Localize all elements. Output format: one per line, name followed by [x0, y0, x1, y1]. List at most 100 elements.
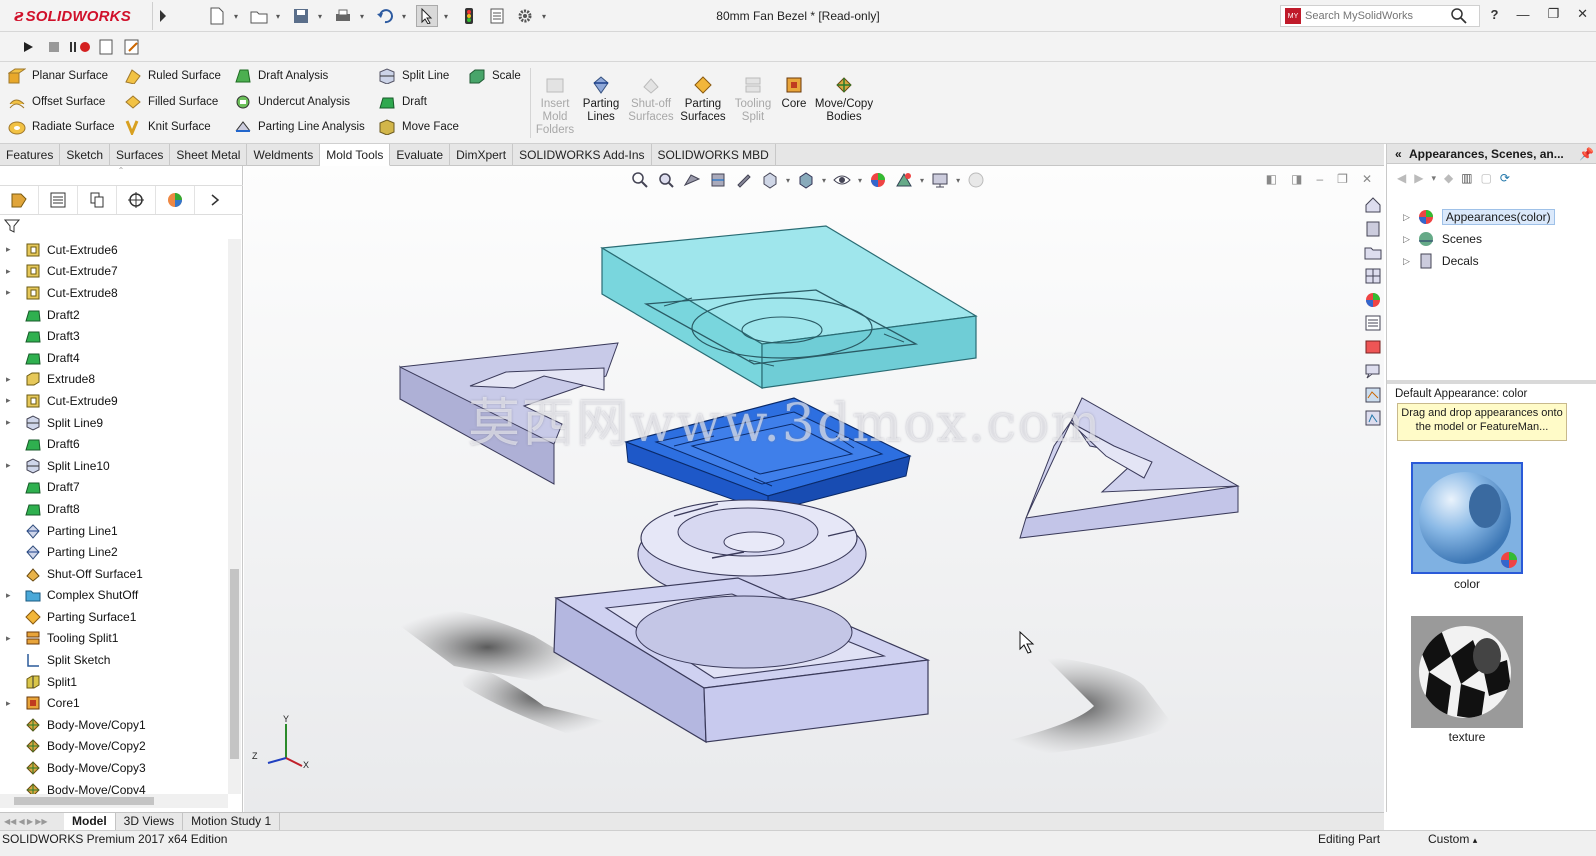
add-to-favorites-icon[interactable]: ◆: [1444, 171, 1453, 185]
save-icon[interactable]: [290, 5, 312, 27]
custom-properties-icon[interactable]: [1362, 312, 1384, 334]
tab-weldments[interactable]: Weldments: [247, 144, 321, 166]
file-properties-icon[interactable]: [486, 5, 508, 27]
tab-surfaces[interactable]: Surfaces: [110, 144, 171, 166]
scrollbar-thumb[interactable]: [14, 797, 154, 805]
solidworks-forum-icon[interactable]: [1362, 336, 1384, 358]
dimxpert-manager-icon[interactable]: [117, 186, 156, 214]
search-mysolidworks[interactable]: MY: [1280, 5, 1480, 27]
refresh-icon[interactable]: ⟳: [1500, 171, 1510, 185]
split-line-button[interactable]: Split Line: [378, 64, 449, 88]
tree-item[interactable]: Draft6: [0, 433, 228, 455]
filled-surface-button[interactable]: Filled Surface: [124, 90, 218, 114]
expand-arrow-icon[interactable]: ▸: [6, 244, 14, 255]
blue-slider-insert[interactable]: [624, 397, 912, 513]
core-button[interactable]: Core: [780, 74, 808, 111]
mold-tools-task-icon[interactable]: [1362, 384, 1384, 406]
expand-arrow-icon[interactable]: ▸: [6, 374, 14, 385]
design-library-icon[interactable]: [1362, 218, 1384, 240]
file-explorer-icon[interactable]: [1362, 241, 1384, 263]
tab-sheet-metal[interactable]: Sheet Metal: [170, 144, 248, 166]
view-palette-icon[interactable]: [1362, 265, 1384, 287]
tree-item[interactable]: Parting Surface1: [0, 606, 228, 628]
tab-sketch[interactable]: Sketch: [60, 144, 111, 166]
move-copy-bodies-button[interactable]: Move/Copy Bodies: [814, 74, 874, 124]
tree-item[interactable]: ▸ Complex ShutOff: [0, 585, 228, 607]
right-side-slide[interactable]: [1019, 397, 1240, 539]
tooling-split-button[interactable]: Tooling Split: [732, 74, 774, 124]
cost-icon[interactable]: [1362, 407, 1384, 429]
insert-mold-folders-button[interactable]: Insert Mold Folders: [536, 74, 574, 137]
tree-item[interactable]: Draft3: [0, 325, 228, 347]
draft-analysis-button[interactable]: Draft Analysis: [234, 64, 328, 88]
parting-lines-button[interactable]: Parting Lines: [582, 74, 620, 124]
expand-arrow-icon[interactable]: ▸: [6, 460, 14, 471]
tree-item[interactable]: ▸ Cut-Extrude8: [0, 282, 228, 304]
chevron-right-icon[interactable]: [195, 186, 234, 214]
shut-off-surfaces-button[interactable]: Shut-off Surfaces: [628, 74, 674, 124]
tree-item-scenes[interactable]: ▷ Scenes: [1403, 228, 1555, 250]
close-icon[interactable]: ✕: [1577, 6, 1588, 22]
tree-item[interactable]: Parting Line1: [0, 520, 228, 542]
texture-swatch[interactable]: [1411, 616, 1523, 728]
expand-arrow-icon[interactable]: ▸: [6, 633, 14, 644]
tab-features[interactable]: Features: [0, 144, 61, 166]
print-icon[interactable]: [332, 5, 354, 27]
tree-item[interactable]: ▸ Split Line9: [0, 412, 228, 434]
property-manager-icon[interactable]: [39, 186, 78, 214]
collapse-chevrons-icon[interactable]: «: [1395, 144, 1402, 163]
filter-icon[interactable]: [3, 218, 21, 237]
tree-item[interactable]: Draft8: [0, 498, 228, 520]
tree-item[interactable]: ▸ Core1: [0, 692, 228, 714]
move-face-button[interactable]: Move Face: [378, 115, 459, 139]
ruled-surface-button[interactable]: Ruled Surface: [124, 64, 221, 88]
minimize-icon[interactable]: —: [1516, 7, 1529, 22]
appearances-scenes-icon[interactable]: [1362, 289, 1384, 311]
tab-solidworks-mbd[interactable]: SOLIDWORKS MBD: [652, 144, 776, 166]
left-side-slide[interactable]: [399, 342, 619, 485]
tree-item[interactable]: Shut-Off Surface1: [0, 563, 228, 585]
tree-item[interactable]: ▸ Cut-Extrude7: [0, 261, 228, 283]
parting-surfaces-button[interactable]: Parting Surfaces: [680, 74, 726, 124]
undo-icon[interactable]: [374, 5, 396, 27]
offset-surface-button[interactable]: Offset Surface: [8, 90, 105, 114]
scrollbar-thumb[interactable]: [230, 569, 239, 759]
planar-surface-button[interactable]: Planar Surface: [8, 64, 108, 88]
menu-expand-arrow-icon[interactable]: [152, 2, 172, 30]
parting-line-analysis-button[interactable]: Parting Line Analysis: [234, 115, 365, 139]
tree-item-appearances-color[interactable]: ▷ Appearances(color): [1403, 206, 1555, 228]
feature-manager-tree-icon[interactable]: [0, 186, 39, 214]
mold-model-view[interactable]: Y X Z: [244, 166, 1384, 812]
graphics-area[interactable]: ▾ ▾ ▾ ▾ ▾ ◧ ◨ – ❐ ✕ Y X Z 莫西网www.3dmox.c…: [244, 166, 1384, 812]
tree-item[interactable]: Draft2: [0, 304, 228, 326]
expand-arrow-icon[interactable]: ▸: [6, 417, 14, 428]
edit-macro-icon[interactable]: [124, 39, 140, 55]
solidworks-resources-home-icon[interactable]: [1362, 194, 1384, 216]
pane-splitter[interactable]: [1387, 380, 1596, 384]
undercut-analysis-button[interactable]: Undercut Analysis: [234, 90, 350, 114]
configuration-manager-icon[interactable]: [78, 186, 117, 214]
forward-icon[interactable]: ▶: [1414, 171, 1423, 185]
expand-arrow-icon[interactable]: ▸: [6, 266, 14, 277]
tab-motion-study-1[interactable]: Motion Study 1: [183, 812, 281, 831]
tree-item[interactable]: ▸ Extrude8: [0, 369, 228, 391]
dropdown-icon[interactable]: ▾: [1431, 173, 1436, 184]
tree-item[interactable]: Body-Move/Copy2: [0, 736, 228, 758]
search-input[interactable]: [1305, 10, 1445, 22]
tab-evaluate[interactable]: Evaluate: [390, 144, 451, 166]
cavity-block[interactable]: [600, 225, 978, 390]
display-manager-icon[interactable]: [156, 186, 195, 214]
tab-solidworks-add-ins[interactable]: SOLIDWORKS Add-Ins: [513, 144, 652, 166]
tree-item[interactable]: Body-Move/Copy1: [0, 714, 228, 736]
tree-item[interactable]: Parting Line2: [0, 541, 228, 563]
pause-record-macro-icon[interactable]: [68, 39, 92, 55]
expand-arrow-icon[interactable]: ▸: [6, 698, 14, 709]
stop-macro-icon[interactable]: [46, 39, 62, 55]
tree-item[interactable]: Body-Move/Copy4: [0, 779, 228, 794]
options-gear-icon[interactable]: [514, 5, 536, 27]
library-icon[interactable]: ▥: [1461, 171, 1472, 185]
new-document-icon[interactable]: [206, 5, 228, 27]
3d-content-central-icon[interactable]: [1362, 360, 1384, 382]
tree-vertical-scrollbar[interactable]: [228, 239, 241, 794]
tree-item-decals[interactable]: ▷ Decals: [1403, 250, 1555, 272]
